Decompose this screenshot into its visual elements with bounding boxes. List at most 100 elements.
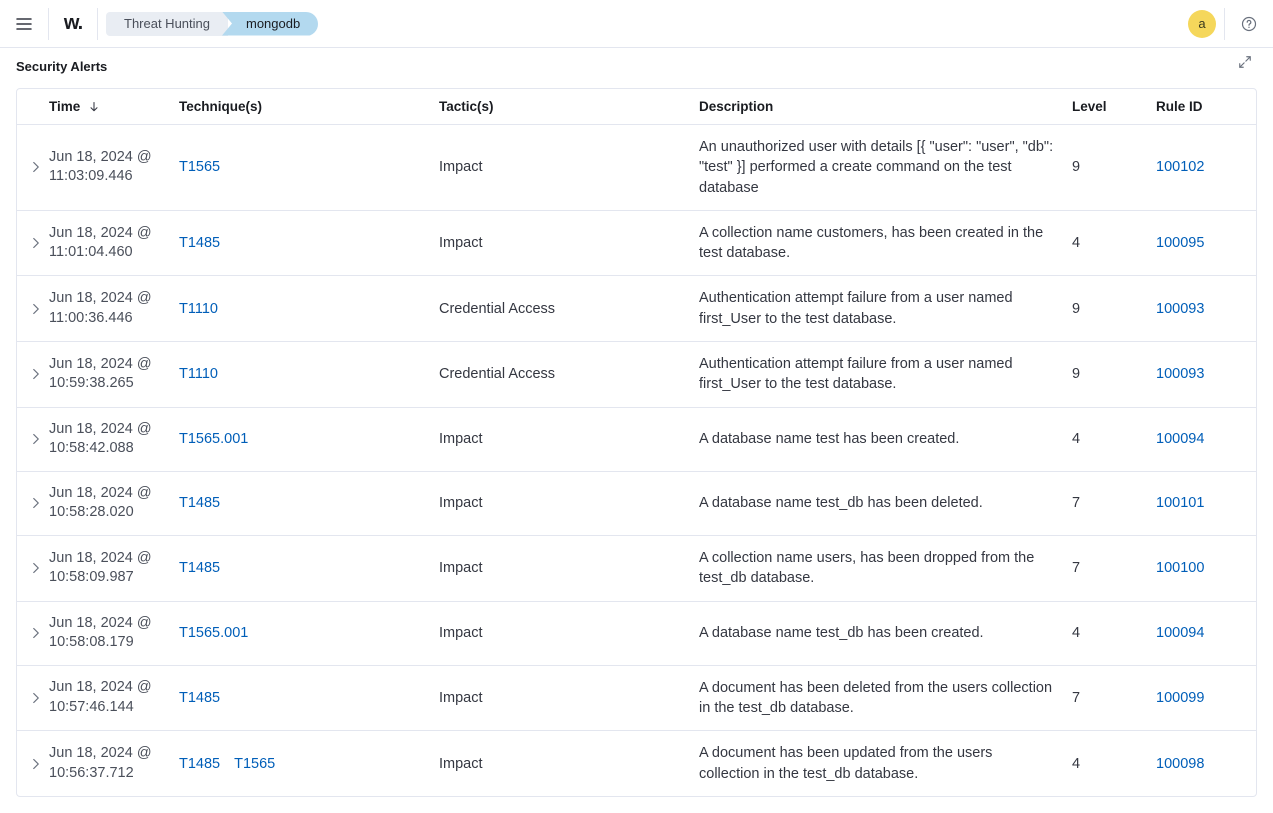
chevron-right-icon [30, 433, 42, 445]
technique-link[interactable]: T1485 [179, 690, 220, 706]
rule-id-link[interactable]: 100093 [1156, 366, 1204, 382]
cell-level: 7 [1072, 535, 1156, 601]
technique-link[interactable]: T1565 [234, 756, 275, 772]
breadcrumb: Threat Hunting mongodb [106, 12, 318, 36]
expand-row-button[interactable] [26, 623, 46, 643]
cell-time: Jun 18, 2024 @11:03:09.446 [49, 125, 179, 211]
technique-link[interactable]: T1485 [179, 235, 220, 251]
column-header-rule-id[interactable]: Rule ID [1156, 89, 1256, 125]
expand-row-button[interactable] [26, 299, 46, 319]
expand-row-button[interactable] [26, 493, 46, 513]
rule-id-link[interactable]: 100100 [1156, 560, 1204, 576]
rule-id-link[interactable]: 100094 [1156, 625, 1204, 641]
technique-link[interactable]: T1110 [179, 366, 218, 382]
cell-description: A collection name users, has been droppe… [699, 535, 1072, 601]
expand-row-button[interactable] [26, 429, 46, 449]
technique-link[interactable]: T1485 [179, 560, 220, 576]
technique-link[interactable]: T1485 [179, 756, 220, 772]
cell-rule-id: 100100 [1156, 535, 1256, 601]
cell-time: Jun 18, 2024 @10:58:08.179 [49, 601, 179, 665]
chevron-right-icon [30, 758, 42, 770]
rule-id-link[interactable]: 100093 [1156, 301, 1204, 317]
chevron-right-icon [30, 692, 42, 704]
cell-technique: T1485 [179, 471, 439, 535]
table-row: Jun 18, 2024 @11:03:09.446T1565ImpactAn … [17, 125, 1256, 211]
cell-rule-id: 100101 [1156, 471, 1256, 535]
expand-row-button[interactable] [26, 558, 46, 578]
breadcrumb-item-threat-hunting[interactable]: Threat Hunting [106, 12, 228, 36]
expand-row-button[interactable] [26, 233, 46, 253]
security-alerts-panel: Security Alerts Time Technique(s) Tactic… [0, 48, 1273, 813]
table-row: Jun 18, 2024 @10:58:08.179T1565.001 Impac… [17, 601, 1256, 665]
cell-time: Jun 18, 2024 @11:00:36.446 [49, 276, 179, 342]
rule-id-link[interactable]: 100094 [1156, 431, 1204, 447]
cell-rule-id: 100093 [1156, 342, 1256, 408]
cell-technique: T1110 [179, 276, 439, 342]
technique-link[interactable]: T1565.001 [179, 625, 248, 641]
column-header-technique[interactable]: Technique(s) [179, 89, 439, 125]
cell-description: A collection name customers, has been cr… [699, 210, 1072, 276]
sort-desc-icon [88, 101, 100, 113]
cell-time: Jun 18, 2024 @11:01:04.460 [49, 210, 179, 276]
chevron-right-icon [30, 237, 42, 249]
expand-row-button[interactable] [26, 754, 46, 774]
table-row: Jun 18, 2024 @10:59:38.265T1110Credentia… [17, 342, 1256, 408]
cell-technique: T1565.001 [179, 601, 439, 665]
cell-level: 9 [1072, 276, 1156, 342]
rule-id-link[interactable]: 100095 [1156, 235, 1204, 251]
cell-time: Jun 18, 2024 @10:58:09.987 [49, 535, 179, 601]
expand-row-button[interactable] [26, 364, 46, 384]
table-row: Jun 18, 2024 @10:58:28.020T1485ImpactA d… [17, 471, 1256, 535]
column-header-level[interactable]: Level [1072, 89, 1156, 125]
cell-tactic: Impact [439, 601, 699, 665]
expand-icon [1238, 55, 1252, 69]
expand-row-button[interactable] [26, 688, 46, 708]
technique-link[interactable]: T1565.001 [179, 431, 248, 447]
cell-level: 7 [1072, 471, 1156, 535]
technique-link[interactable]: T1110 [179, 301, 218, 317]
rule-id-link[interactable]: 100099 [1156, 690, 1204, 706]
help-icon [1241, 16, 1257, 32]
technique-link[interactable]: T1485 [179, 495, 220, 511]
cell-tactic: Impact [439, 471, 699, 535]
cell-technique: T1565 [179, 125, 439, 211]
table-row: Jun 18, 2024 @10:56:37.712T1485T1565Impa… [17, 731, 1256, 796]
cell-tactic: Impact [439, 731, 699, 796]
hamburger-menu-button[interactable] [8, 8, 40, 40]
cell-description: A document has been updated from the use… [699, 731, 1072, 796]
column-header-tactic[interactable]: Tactic(s) [439, 89, 699, 125]
divider [48, 8, 49, 40]
cell-tactic: Impact [439, 407, 699, 471]
divider [97, 8, 98, 40]
cell-description: An unauthorized user with details [{ "us… [699, 125, 1072, 211]
help-button[interactable] [1233, 8, 1265, 40]
table-row: Jun 18, 2024 @11:00:36.446T1110 Credentia… [17, 276, 1256, 342]
breadcrumb-item-mongodb[interactable]: mongodb [222, 12, 318, 36]
column-header-description[interactable]: Description [699, 89, 1072, 125]
chevron-right-icon [30, 368, 42, 380]
cell-rule-id: 100099 [1156, 665, 1256, 731]
cell-tactic: Credential Access [439, 276, 699, 342]
expand-row-button[interactable] [26, 157, 46, 177]
cell-technique: T1485 [179, 210, 439, 276]
rule-id-link[interactable]: 100102 [1156, 159, 1204, 175]
cell-technique: T1485 T1565 [179, 731, 439, 796]
fullscreen-button[interactable] [1233, 50, 1257, 74]
cell-technique: T1565.001 [179, 407, 439, 471]
alerts-table: Time Technique(s) Tactic(s) Description … [16, 88, 1257, 797]
cell-time: Jun 18, 2024 @10:59:38.265 [49, 342, 179, 408]
topbar: w. Threat Hunting mongodb a [0, 0, 1273, 48]
cell-description: Authentication attempt failure from a us… [699, 342, 1072, 408]
hamburger-icon [16, 16, 32, 32]
avatar[interactable]: a [1188, 10, 1216, 38]
cell-time: Jun 18, 2024 @10:58:28.020 [49, 471, 179, 535]
technique-link[interactable]: T1565 [179, 159, 220, 175]
rule-id-link[interactable]: 100101 [1156, 495, 1204, 511]
cell-level: 4 [1072, 731, 1156, 796]
cell-time: Jun 18, 2024 @10:58:42.088 [49, 407, 179, 471]
rule-id-link[interactable]: 100098 [1156, 756, 1204, 772]
column-header-time[interactable]: Time [49, 89, 179, 125]
logo[interactable]: w. [57, 8, 89, 40]
cell-rule-id: 100094 [1156, 407, 1256, 471]
cell-level: 4 [1072, 210, 1156, 276]
